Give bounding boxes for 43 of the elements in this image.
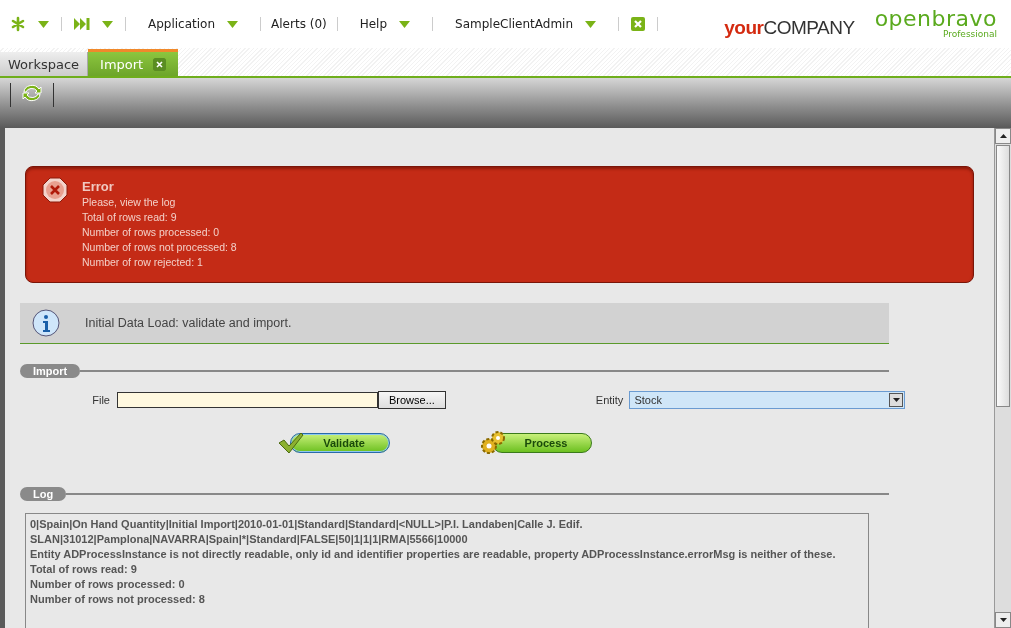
up-arrow-icon[interactable]: [999, 134, 1007, 138]
scroll-up-button[interactable]: [995, 128, 1011, 144]
entity-select[interactable]: Stock: [629, 391, 906, 409]
menu-item[interactable]: SampleClientAdmin: [433, 17, 620, 31]
close-box-icon[interactable]: [631, 17, 646, 31]
menu-item[interactable]: Application: [126, 17, 262, 31]
browse-button[interactable]: Browse...: [378, 391, 446, 409]
info-icon: [32, 309, 60, 337]
caret-icon[interactable]: [892, 398, 900, 402]
error-message: Total of rows read: 9: [82, 210, 178, 225]
error-message: Number of row rejected: 1: [82, 255, 204, 270]
section-title: Import: [20, 364, 81, 378]
fast-forward-icon[interactable]: [74, 17, 90, 31]
refresh-icon[interactable]: [21, 83, 43, 103]
openbravo-logo: openbravo Professional: [874, 9, 997, 39]
log-line: SLAN|31012|Pamplona|NAVARRA|Spain|*|Standard|FALSE|50|1|1|1|RMA|5566|10000: [30, 532, 469, 547]
tab[interactable]: Workspace: [0, 52, 89, 76]
menu-item[interactable]: Help: [337, 17, 434, 31]
scrollbar-thumb[interactable]: [996, 145, 1010, 407]
error-message: Number of rows not processed: 8: [82, 240, 237, 255]
file-label: File: [91, 394, 110, 406]
log-line: Number of rows not processed: 8: [30, 592, 206, 607]
close-icon[interactable]: [153, 57, 167, 71]
log-line: Entity ADProcessInstance is not directly readable, only id and identifier properties are readable, property ADProcessInstance.errorMsg is neither of these.: [30, 547, 837, 562]
down-arrow-icon[interactable]: [999, 618, 1007, 622]
error-title: Error: [82, 179, 115, 194]
company-logo: yourCOMPANY: [724, 17, 855, 39]
error-icon: [42, 177, 68, 203]
log-line: Number of rows processed: 0: [30, 577, 186, 592]
error-message: Number of rows processed: 0: [82, 225, 221, 240]
scroll-down-button[interactable]: [995, 612, 1011, 628]
file-field[interactable]: [117, 392, 378, 408]
menu-item[interactable]: Alerts (0): [261, 17, 338, 31]
log-line: 0|Spain|On Hand Quantity|Initial Import|2010-01-01|Standard|Standard|<NULL>|P.I. Landaben|Calle J. Edif.: [30, 517, 584, 532]
section-title: Log: [20, 487, 67, 501]
gears-icon[interactable]: [480, 431, 506, 455]
validate-button[interactable]: Validate: [290, 433, 390, 453]
asterisk-icon[interactable]: [10, 16, 26, 32]
checkmark-icon[interactable]: [278, 432, 304, 454]
info-text: Initial Data Load: validate and import.: [85, 316, 292, 330]
log-line: Total of rows read: 9: [30, 562, 138, 577]
error-message: Please, view the log: [82, 195, 177, 210]
entity-label: Entity: [595, 394, 624, 406]
